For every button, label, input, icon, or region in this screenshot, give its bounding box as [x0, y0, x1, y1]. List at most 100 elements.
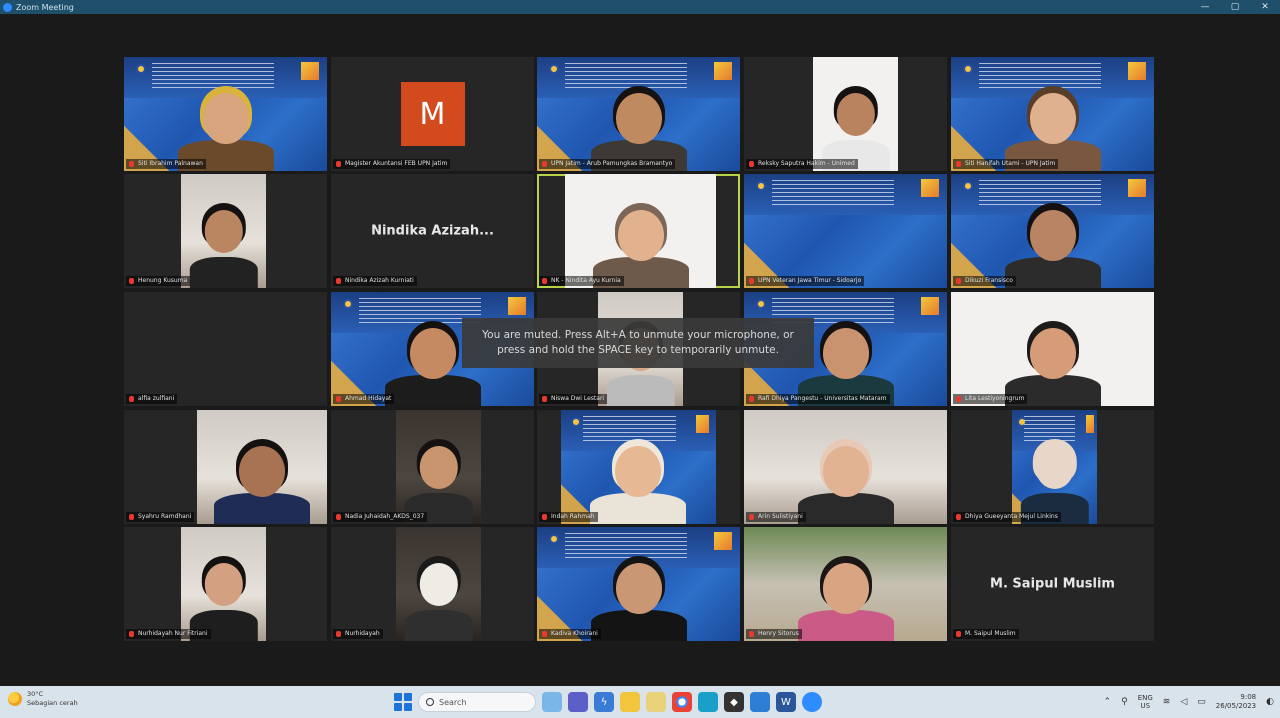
participant-tile[interactable]: Henung Kusuma: [124, 174, 327, 288]
university-logo-icon: [756, 180, 767, 191]
participant-tile[interactable]: Siti Hanifah Utami - UPN Jatim: [951, 57, 1154, 171]
file-explorer-icon[interactable]: [620, 692, 640, 712]
participant-name: UPN Jatim - Arub Pamungkas Bramantyo: [551, 160, 673, 167]
participant-video: [197, 410, 327, 524]
participant-person: [590, 74, 687, 171]
participant-tile[interactable]: Syahru Ramdhani: [124, 410, 327, 524]
participant-name: Syahru Ramdhani: [138, 513, 192, 520]
participant-name-label: Dhiya Gueeyanta Mejul Linkins: [953, 512, 1061, 522]
participant-person: [189, 191, 258, 288]
outlook-icon[interactable]: [750, 692, 770, 712]
participant-tile[interactable]: Siti Ibrahim Palnawan: [124, 57, 327, 171]
teams-icon[interactable]: [568, 692, 588, 712]
participant-tile[interactable]: alfia zulfiani: [124, 292, 327, 406]
participant-person: [189, 544, 258, 641]
event-banner: [713, 61, 732, 80]
dropbox-icon[interactable]: ◆: [724, 692, 744, 712]
mic-muted-icon: [129, 161, 134, 167]
volume-icon[interactable]: ◁: [1180, 697, 1187, 707]
lightning-app-icon[interactable]: ϟ: [594, 692, 614, 712]
mic-muted-icon: [336, 631, 341, 637]
participant-video: [813, 57, 899, 171]
taskbar-clock[interactable]: 9:08 26/05/2023: [1216, 693, 1256, 711]
participant-name: Magister Akuntansi FEB UPN Jatim: [345, 160, 448, 167]
participant-tile[interactable]: NK - Nindita Ayu Kurnia: [537, 174, 740, 288]
participant-tile[interactable]: Kadiva Khoirani: [537, 527, 740, 641]
participant-name-label: Magister Akuntansi FEB UPN Jatim: [333, 159, 451, 169]
participant-video: [565, 174, 716, 288]
participant-name: Siti Hanifah Utami - UPN Jatim: [965, 160, 1056, 167]
copilot-icon[interactable]: [542, 692, 562, 712]
participant-tile[interactable]: Indah Rahmah: [537, 410, 740, 524]
notification-icon[interactable]: ◐: [1266, 697, 1274, 707]
mic-muted-icon: [542, 161, 547, 167]
participant-name: Indah Rahmah: [551, 513, 595, 520]
windows-taskbar: 30°C Sebagian cerah Search ϟ ◆ W ⌃ ⚲ ENG…: [0, 686, 1280, 718]
participant-tile[interactable]: Nurhidayah Nur Fitriani: [124, 527, 327, 641]
participant-person: [1004, 191, 1101, 288]
battery-icon[interactable]: ▭: [1197, 697, 1206, 707]
participant-video: [124, 57, 327, 171]
participant-tile[interactable]: Dikuzi Fransisco: [951, 174, 1154, 288]
participant-name: Nurhidayah: [345, 630, 380, 637]
participant-tile[interactable]: Nurhidayah: [331, 527, 534, 641]
participant-name: Niswa Dwi Lestari: [551, 395, 605, 402]
participant-name-label: Syahru Ramdhani: [126, 512, 195, 522]
close-button[interactable]: ✕: [1250, 0, 1280, 14]
minimize-button[interactable]: —: [1190, 0, 1220, 14]
windows-start-icon[interactable]: [394, 693, 412, 711]
university-logo-icon: [570, 416, 581, 427]
restore-button[interactable]: ▢: [1220, 0, 1250, 14]
participant-name: NK - Nindita Ayu Kurnia: [551, 277, 621, 284]
participant-tile[interactable]: Lita Lestiyoningrum: [951, 292, 1154, 406]
participant-tile[interactable]: M Magister Akuntansi FEB UPN Jatim: [331, 57, 534, 171]
location-icon[interactable]: ⚲: [1121, 697, 1128, 707]
participant-video: [180, 527, 267, 641]
wifi-icon[interactable]: ≋: [1163, 697, 1171, 707]
participant-name: Dikuzi Fransisco: [965, 277, 1013, 284]
muted-notification: You are muted. Press Alt+A to unmute you…: [462, 318, 814, 368]
participant-person: [821, 74, 890, 171]
language-indicator[interactable]: ENG US: [1138, 694, 1153, 710]
participant-tile[interactable]: Arin Sulistiyani: [744, 410, 947, 524]
zoom-taskbar-icon[interactable]: [802, 692, 822, 712]
mic-muted-icon: [749, 631, 754, 637]
event-banner: [695, 414, 710, 433]
participant-name-label: Siti Ibrahim Palnawan: [126, 159, 206, 169]
edge-icon[interactable]: [698, 692, 718, 712]
participant-name: Rafi Dhiya Pangestu - Universitas Matara…: [758, 395, 887, 402]
participant-tile[interactable]: M. Saipul Muslim M. Saipul Muslim: [951, 527, 1154, 641]
participant-person: [1004, 74, 1101, 171]
event-banner: [1127, 61, 1146, 80]
taskbar-search[interactable]: Search: [418, 692, 536, 712]
chrome-icon[interactable]: [672, 692, 692, 712]
participant-name-label: UPN Jatim - Arub Pamungkas Bramantyo: [539, 159, 676, 169]
participant-name: Ahmad Hidayat: [345, 395, 392, 402]
participant-display-name: M. Saipul Muslim: [990, 576, 1115, 592]
participant-tile[interactable]: UPN Veteran Jawa Timur - Sidoarjo: [744, 174, 947, 288]
participant-tile[interactable]: Nadia Juhaidah_AKDS_037: [331, 410, 534, 524]
participant-name: Nurhidayah Nur Fitriani: [138, 630, 208, 637]
participant-tile[interactable]: Henry Sitorus: [744, 527, 947, 641]
participant-tile[interactable]: Reksky Saputra Hakim - Unimed: [744, 57, 947, 171]
weather-widget[interactable]: 30°C Sebagian cerah: [8, 690, 78, 708]
word-icon[interactable]: W: [776, 692, 796, 712]
mic-muted-icon: [129, 278, 134, 284]
mic-muted-icon: [542, 631, 547, 637]
participant-name-label: alfia zulfiani: [126, 394, 178, 404]
participant-video: [744, 527, 947, 641]
participant-tile[interactable]: Dhiya Gueeyanta Mejul Linkins: [951, 410, 1154, 524]
mic-muted-icon: [542, 396, 547, 402]
university-logo-icon: [136, 63, 147, 74]
mic-muted-icon: [956, 631, 961, 637]
mic-muted-icon: [749, 278, 754, 284]
participant-tile[interactable]: Nindika Azizah... Nindika Azizah Kurniati: [331, 174, 534, 288]
participant-display-name: Nindika Azizah...: [371, 223, 494, 239]
event-banner: [920, 296, 939, 315]
chevron-up-icon[interactable]: ⌃: [1104, 697, 1112, 707]
participant-person: [592, 191, 689, 288]
participant-tile[interactable]: UPN Jatim - Arub Pamungkas Bramantyo: [537, 57, 740, 171]
notes-icon[interactable]: [646, 692, 666, 712]
participant-video: [395, 410, 482, 524]
participant-name-label: Henry Sitorus: [746, 629, 802, 639]
